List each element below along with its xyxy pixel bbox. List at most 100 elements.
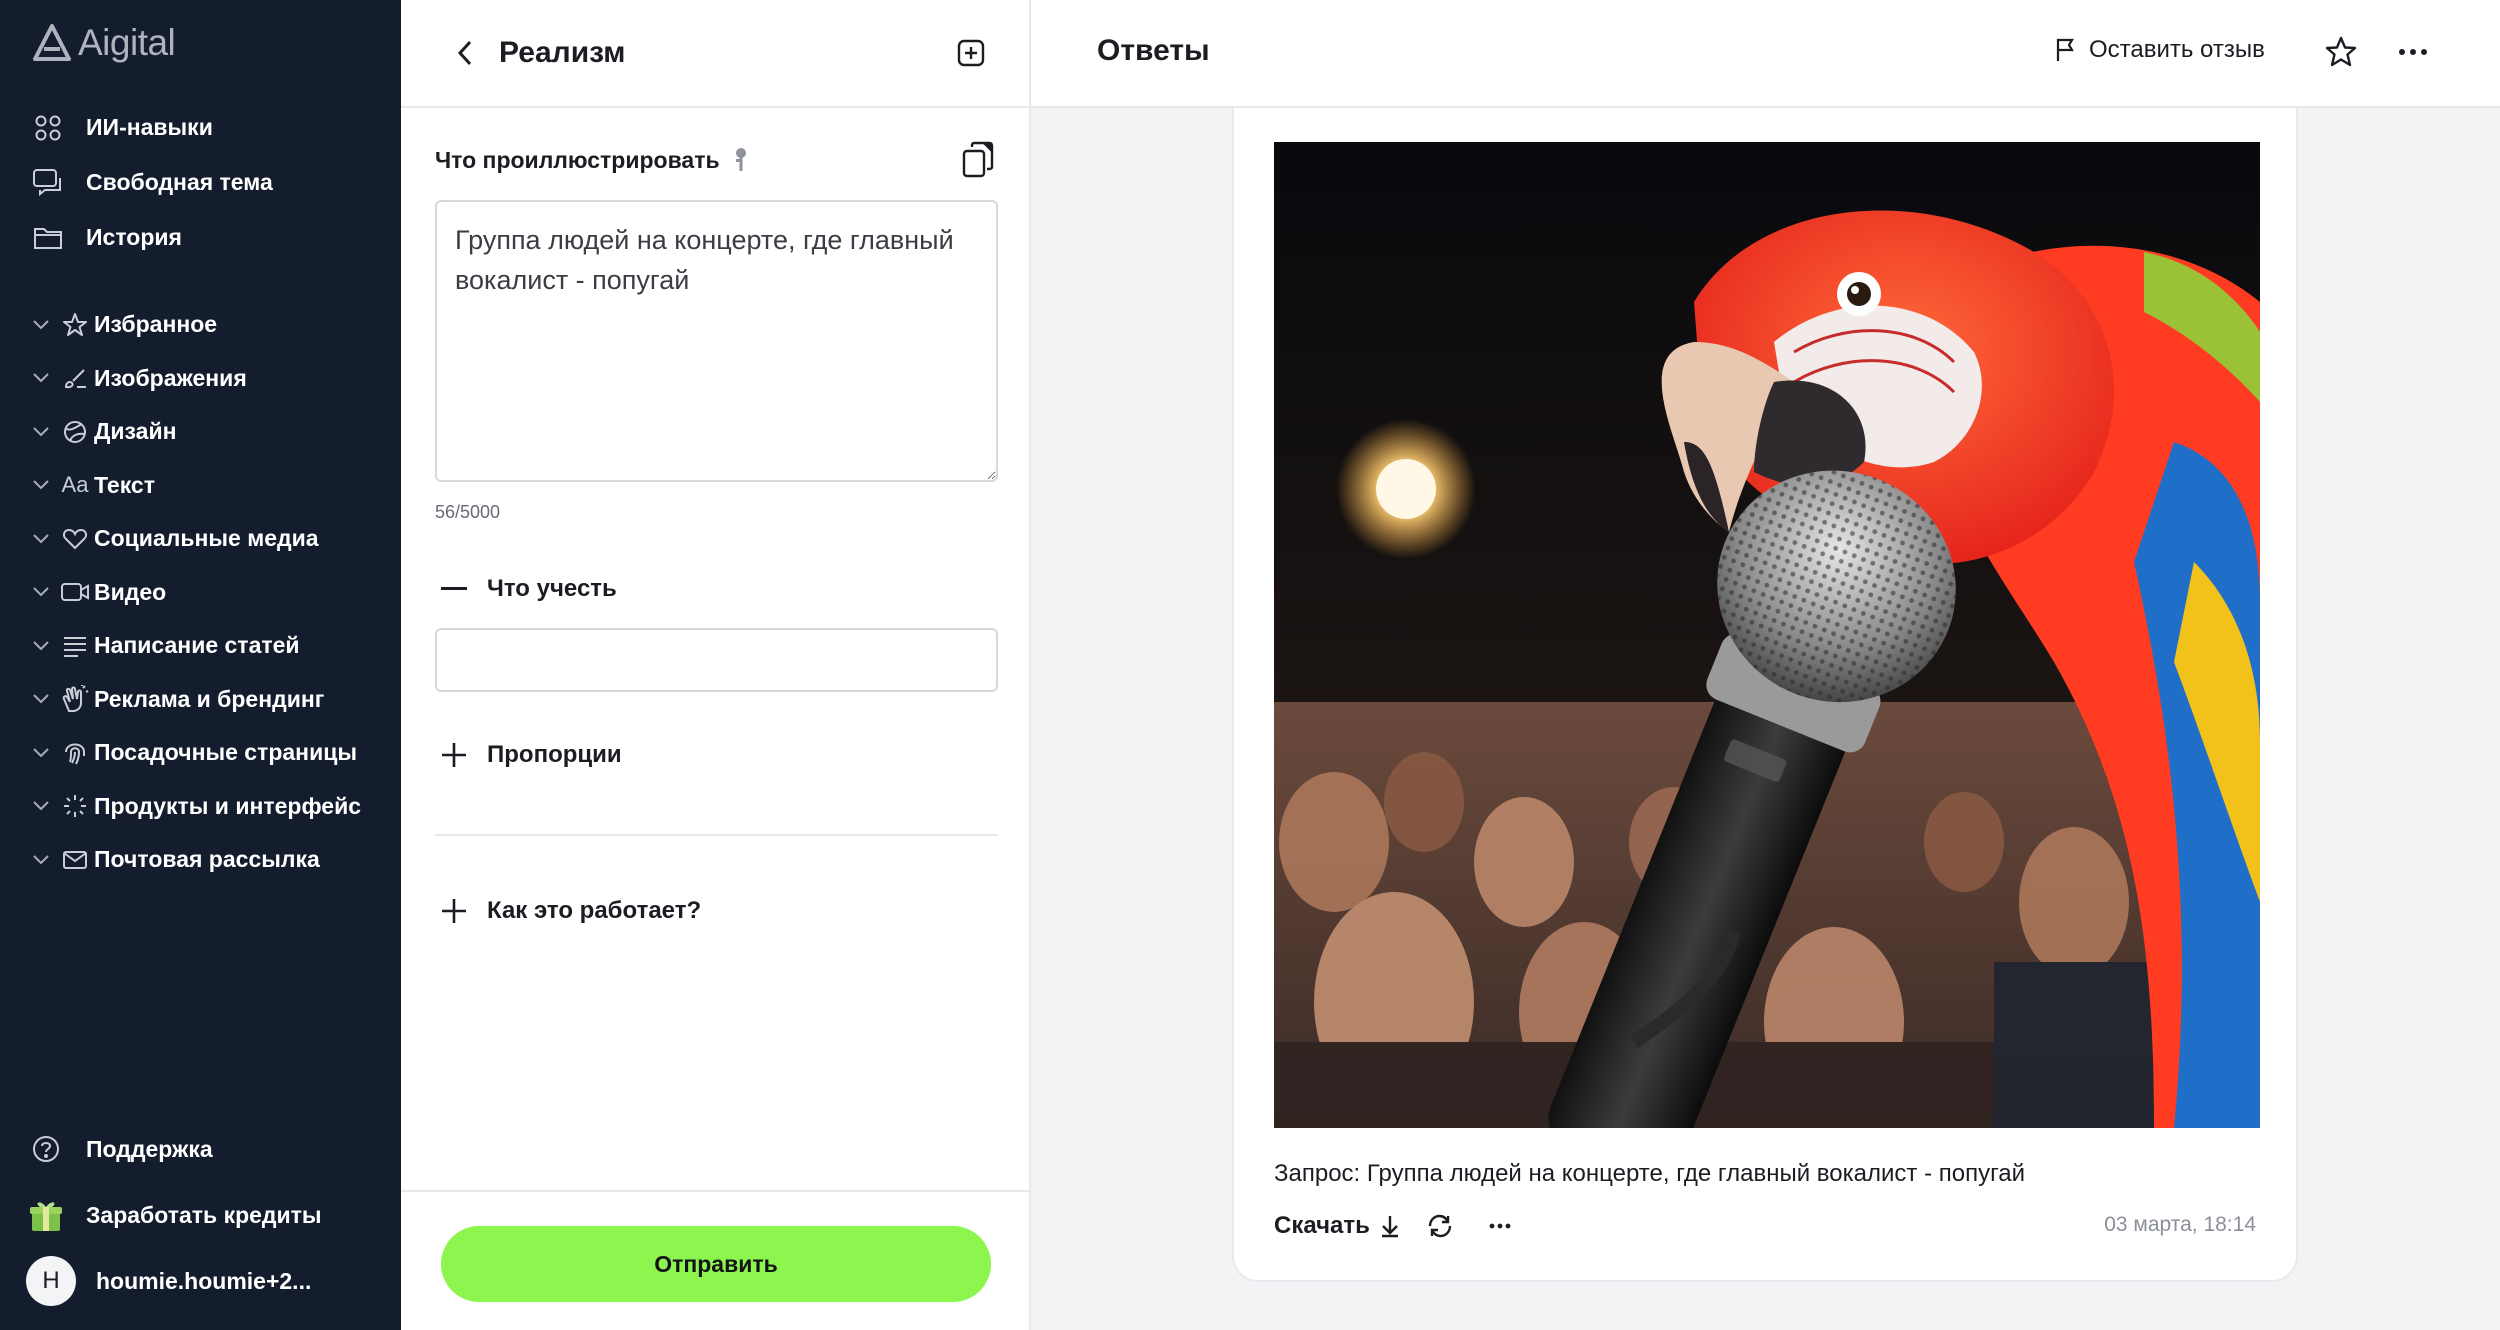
sidebar-item-label: Видео: [94, 578, 167, 605]
chevron-left-icon: [457, 40, 472, 66]
sparkle-icon: [60, 791, 90, 821]
chevron-down-icon: [28, 633, 54, 659]
feedback-label: Оставить отзыв: [2089, 36, 2265, 63]
templates-button[interactable]: [958, 140, 998, 180]
feedback-button[interactable]: Оставить отзыв: [2055, 36, 2265, 64]
chevron-down-icon: [28, 579, 54, 605]
avatar: H: [26, 1256, 76, 1306]
result-query: Запрос: Группа людей на концерте, где гл…: [1274, 1160, 2026, 1187]
result-more-button[interactable]: [1480, 1206, 1520, 1246]
consider-section-toggle[interactable]: Что учесть: [439, 574, 617, 604]
results-header: Ответы Оставить отзыв: [1031, 0, 2500, 108]
sidebar-item-ads[interactable]: Реклама и брендинг: [28, 673, 388, 727]
sidebar-item-history[interactable]: История: [32, 210, 372, 265]
pin-icon[interactable]: [734, 147, 748, 173]
sidebar-footer: Поддержка Заработать кредиты H houmie.ho…: [26, 1116, 386, 1314]
sidebar-item-label: Реклама и брендинг: [94, 685, 325, 712]
sidebar-item-earn-credits[interactable]: Заработать кредиты: [26, 1182, 386, 1248]
sidebar-item-support[interactable]: Поддержка: [26, 1116, 386, 1182]
sidebar-item-free-topic[interactable]: Свободная тема: [32, 155, 372, 210]
result-actions: Скачать: [1274, 1206, 1520, 1246]
proportions-section-toggle[interactable]: Пропорции: [439, 740, 622, 770]
regenerate-button[interactable]: [1420, 1206, 1460, 1246]
skill-title: Реализм: [499, 36, 626, 69]
results-title: Ответы: [1097, 34, 1210, 67]
sidebar-item-mail[interactable]: Почтовая рассылка: [28, 833, 388, 887]
text-aa-icon: Aa: [61, 472, 89, 498]
how-it-works-label: Как это работает?: [487, 897, 702, 924]
chevron-down-icon: [28, 312, 54, 338]
download-arrow-icon: [1381, 1216, 1398, 1238]
back-button[interactable]: [445, 33, 485, 73]
prompt-input[interactable]: Группа людей на концерте, где главный во…: [435, 200, 998, 482]
plus-square-icon: [957, 39, 985, 67]
folder-icon: [32, 222, 64, 254]
sidebar-item-label: Текст: [94, 471, 155, 498]
sidebar-item-label: Изображения: [94, 364, 247, 391]
generated-image[interactable]: [1274, 142, 2260, 1128]
sidebar-item-label: Социальные медиа: [94, 525, 319, 552]
sidebar-item-products[interactable]: Продукты и интерфейс: [28, 780, 388, 834]
gift-icon: [26, 1195, 66, 1235]
clapping-hands-icon: [60, 684, 90, 714]
sidebar-item-label: Избранное: [94, 311, 218, 338]
plus-icon: [439, 740, 469, 770]
sidebar-item-label: Почтовая рассылка: [94, 846, 320, 873]
sidebar-item-label: Дизайн: [94, 418, 177, 445]
sidebar-item-label: Поддержка: [86, 1135, 213, 1162]
fingerprint-icon: [60, 738, 90, 768]
globe-icon: [60, 417, 90, 447]
generated-image-render: [1274, 142, 2260, 1128]
sidebar-item-text[interactable]: Aa Текст: [28, 459, 388, 513]
chevron-down-icon: [28, 365, 54, 391]
copy-documents-icon: [962, 141, 994, 178]
user-profile[interactable]: H houmie.houmie+2...: [26, 1248, 386, 1314]
sidebar-item-label: Написание статей: [94, 632, 300, 659]
sidebar-item-favorites[interactable]: Избранное: [28, 298, 388, 352]
chevron-down-icon: [28, 740, 54, 766]
sidebar-item-design[interactable]: Дизайн: [28, 405, 388, 459]
chevron-down-icon: [28, 419, 54, 445]
chevron-down-icon: [28, 793, 54, 819]
sidebar-item-label: История: [86, 224, 182, 250]
sidebar-item-label: Свободная тема: [86, 169, 273, 195]
form-footer: Отправить: [401, 1190, 1029, 1330]
sidebar-item-landing[interactable]: Посадочные страницы: [28, 726, 388, 780]
sidebar-item-social[interactable]: Социальные медиа: [28, 512, 388, 566]
app-name: Aigital: [78, 22, 176, 63]
sidebar-item-ai-skills[interactable]: ИИ-навыки: [32, 100, 372, 155]
heart-icon: [60, 524, 90, 554]
sidebar-categories: Избранное Изображения Дизайн Aa Текст Со…: [28, 298, 388, 887]
video-camera-icon: [60, 577, 90, 607]
consider-label: Что учесть: [487, 575, 617, 602]
form-header: Реализм: [401, 0, 1029, 108]
brush-icon: [60, 363, 90, 393]
more-horizontal-icon: [1489, 1223, 1511, 1229]
chevron-down-icon: [28, 526, 54, 552]
sidebar-item-images[interactable]: Изображения: [28, 352, 388, 406]
form-panel: Реализм Что проиллюстрировать Группа люд…: [401, 0, 1031, 1330]
minus-icon: [439, 574, 469, 604]
submit-button[interactable]: Отправить: [441, 1226, 991, 1302]
sidebar-item-video[interactable]: Видео: [28, 566, 388, 620]
user-name: houmie.houmie+2...: [96, 1267, 312, 1294]
help-circle-icon: [26, 1129, 66, 1169]
more-options-button[interactable]: [2393, 32, 2433, 72]
lines-icon: [60, 631, 90, 661]
new-chat-button[interactable]: [951, 33, 991, 73]
app-logo[interactable]: Aigital: [32, 20, 176, 66]
chevron-down-icon: [28, 847, 54, 873]
how-it-works-toggle[interactable]: Как это работает?: [439, 896, 701, 926]
sidebar-item-articles[interactable]: Написание статей: [28, 619, 388, 673]
consider-input[interactable]: [435, 628, 998, 692]
star-outline-icon: [2325, 36, 2357, 67]
favorite-button[interactable]: [2321, 32, 2361, 72]
proportions-label: Пропорции: [487, 741, 622, 768]
star-icon: [60, 310, 90, 340]
download-button[interactable]: Скачать: [1274, 1212, 1400, 1240]
result-timestamp: 03 марта, 18:14: [2104, 1213, 2256, 1236]
sidebar-item-label: Посадочные страницы: [94, 739, 357, 766]
chevron-down-icon: [28, 686, 54, 712]
download-label: Скачать: [1274, 1212, 1370, 1239]
sidebar-item-label: Заработать кредиты: [86, 1201, 322, 1228]
